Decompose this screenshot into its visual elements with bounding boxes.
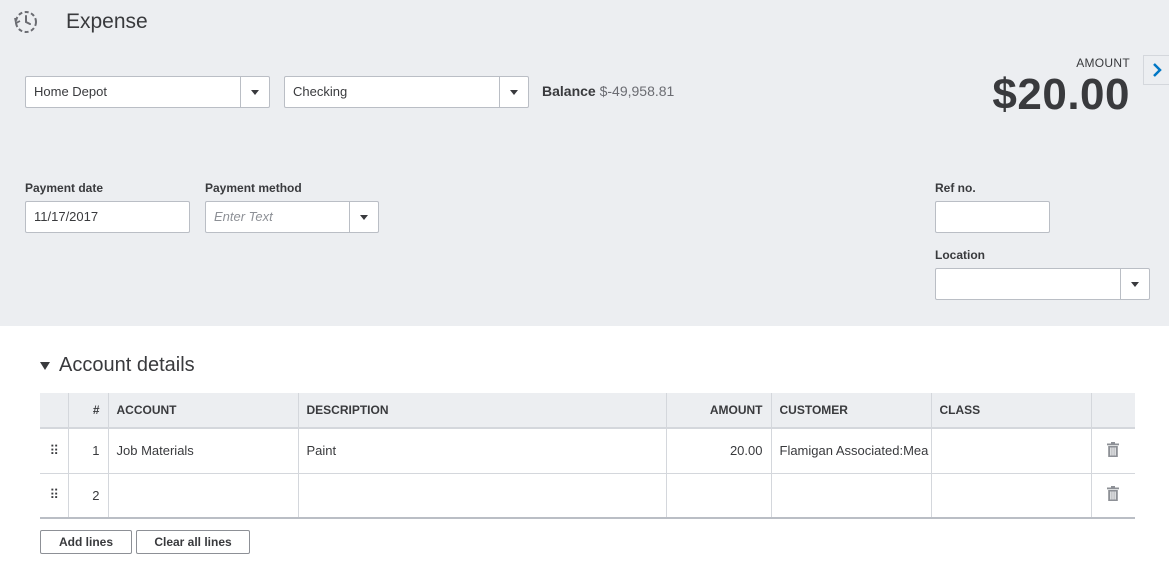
column-header-customer: CUSTOMER [770,393,931,429]
payment-account-dropdown-button[interactable] [499,77,528,107]
payment-date-input[interactable]: 11/17/2017 [25,201,190,233]
row-number: 2 [67,473,108,519]
payment-method-select[interactable]: Enter Text [205,201,379,233]
location-value [936,269,1120,299]
account-details-table: # ACCOUNT DESCRIPTION AMOUNT CUSTOMER CL… [40,393,1135,519]
add-lines-button[interactable]: Add lines [40,530,132,554]
expand-sidebar-button[interactable] [1143,55,1169,85]
location-label: Location [935,248,985,262]
location-dropdown-button[interactable] [1120,269,1149,299]
trash-icon [1107,441,1120,457]
trash-icon [1107,486,1120,502]
page-title: Expense [66,10,148,33]
payment-method-dropdown-button[interactable] [349,202,378,232]
payment-account-select[interactable]: Checking [284,76,529,108]
row-number: 1 [67,428,108,474]
delete-line-button[interactable] [1090,473,1135,519]
clear-all-lines-button[interactable]: Clear all lines [136,530,250,554]
amount-total: $20.00 [992,70,1130,119]
chevron-down-icon [1131,281,1139,287]
amount-cell[interactable]: 20.00 [665,428,771,474]
payment-method-label: Payment method [205,181,302,195]
drag-handle-icon[interactable]: ⠿ [40,473,68,519]
location-select[interactable] [935,268,1150,300]
customer-cell[interactable] [770,473,931,519]
ref-no-input[interactable] [935,201,1050,233]
chevron-down-icon [510,89,518,95]
payee-dropdown-button[interactable] [240,77,269,107]
payment-date-label: Payment date [25,181,104,195]
class-cell[interactable] [930,428,1091,474]
account-cell[interactable] [107,473,298,519]
column-header-account: ACCOUNT [107,393,298,429]
amount-label: AMOUNT [1076,56,1130,70]
column-header-amount: AMOUNT [665,393,771,429]
ref-no-label: Ref no. [935,181,976,195]
description-cell[interactable]: Paint [297,428,666,474]
table-row[interactable]: ⠿ 2 [40,473,1135,519]
payment-method-placeholder: Enter Text [214,209,273,224]
balance-value: $-49,958.81 [599,83,675,99]
recent-transactions-icon[interactable] [12,8,40,36]
column-header-number: # [67,393,108,429]
delete-line-button[interactable] [1090,428,1135,474]
customer-cell[interactable]: Flamigan Associated:Mea [770,428,931,474]
chevron-down-icon [251,89,259,95]
payee-value: Home Depot [34,84,107,99]
drag-handle-icon[interactable]: ⠿ [40,428,68,474]
column-header-description: DESCRIPTION [297,393,666,429]
collapse-triangle-icon [40,361,50,370]
column-header-actions [1090,393,1135,429]
amount-cell[interactable] [665,473,771,519]
account-details-toggle[interactable]: Account details [40,354,195,377]
table-row[interactable]: ⠿ 1 Job Materials Paint 20.00 Flamigan A… [40,428,1135,474]
account-balance: Balance $-49,958.81 [542,83,674,99]
table-header-row: # ACCOUNT DESCRIPTION AMOUNT CUSTOMER CL… [40,393,1135,429]
column-header-drag [40,393,68,429]
account-details-title: Account details [59,354,195,376]
balance-label: Balance [542,83,596,99]
column-header-class: CLASS [930,393,1091,429]
payment-account-value: Checking [293,84,348,99]
description-cell[interactable] [297,473,666,519]
chevron-down-icon [360,214,368,220]
class-cell[interactable] [930,473,1091,519]
chevron-right-icon [1152,63,1162,77]
payee-select[interactable]: Home Depot [25,76,270,108]
account-cell[interactable]: Job Materials [107,428,298,474]
